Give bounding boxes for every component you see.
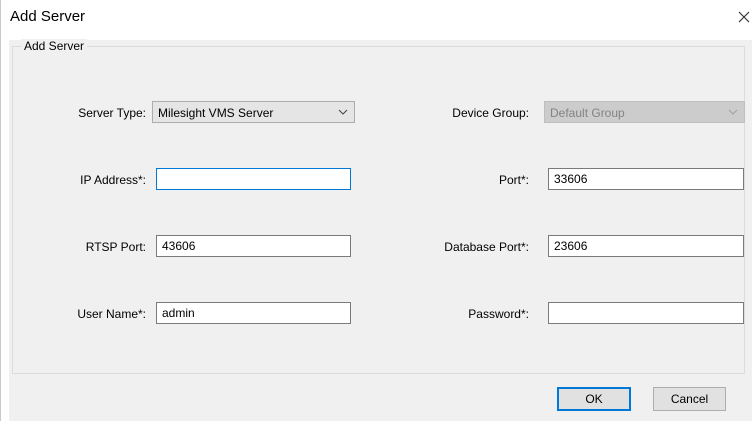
group-legend: Add Server xyxy=(21,39,88,53)
window-title: Add Server xyxy=(10,8,86,25)
add-server-group: Add Server xyxy=(12,39,745,374)
add-server-dialog: Add Server Add Server Server Type: Miles… xyxy=(0,0,752,421)
password-input[interactable] xyxy=(548,302,744,324)
user-name-label: User Name*: xyxy=(77,307,146,321)
device-group-select[interactable]: Default Group xyxy=(544,101,745,123)
server-type-select[interactable]: Milesight VMS Server xyxy=(152,101,355,123)
close-button[interactable] xyxy=(735,10,752,28)
database-port-label: Database Port*: xyxy=(444,240,529,254)
cancel-button[interactable]: Cancel xyxy=(653,387,726,411)
port-label: Port*: xyxy=(498,173,529,187)
database-port-input[interactable]: 23606 xyxy=(548,235,744,257)
ip-address-label: IP Address*: xyxy=(80,173,146,187)
server-type-value: Milesight VMS Server xyxy=(158,106,274,120)
rtsp-port-input[interactable]: 43606 xyxy=(156,235,351,257)
user-name-input[interactable]: admin xyxy=(156,302,351,324)
rtsp-port-label: RTSP Port: xyxy=(85,240,146,254)
close-icon xyxy=(738,11,750,23)
device-group-label: Device Group: xyxy=(452,106,529,120)
chevron-down-icon xyxy=(728,109,738,115)
device-group-value: Default Group xyxy=(550,106,625,120)
dialog-client-area: Add Server Server Type: Milesight VMS Se… xyxy=(9,39,752,421)
server-type-label: Server Type: xyxy=(78,106,146,120)
ip-address-input[interactable] xyxy=(156,168,351,190)
ok-button[interactable]: OK xyxy=(557,387,631,411)
password-label: Password*: xyxy=(468,307,529,321)
title-bar[interactable]: Add Server xyxy=(1,0,752,40)
chevron-down-icon xyxy=(338,109,348,115)
port-input[interactable]: 33606 xyxy=(548,168,744,190)
